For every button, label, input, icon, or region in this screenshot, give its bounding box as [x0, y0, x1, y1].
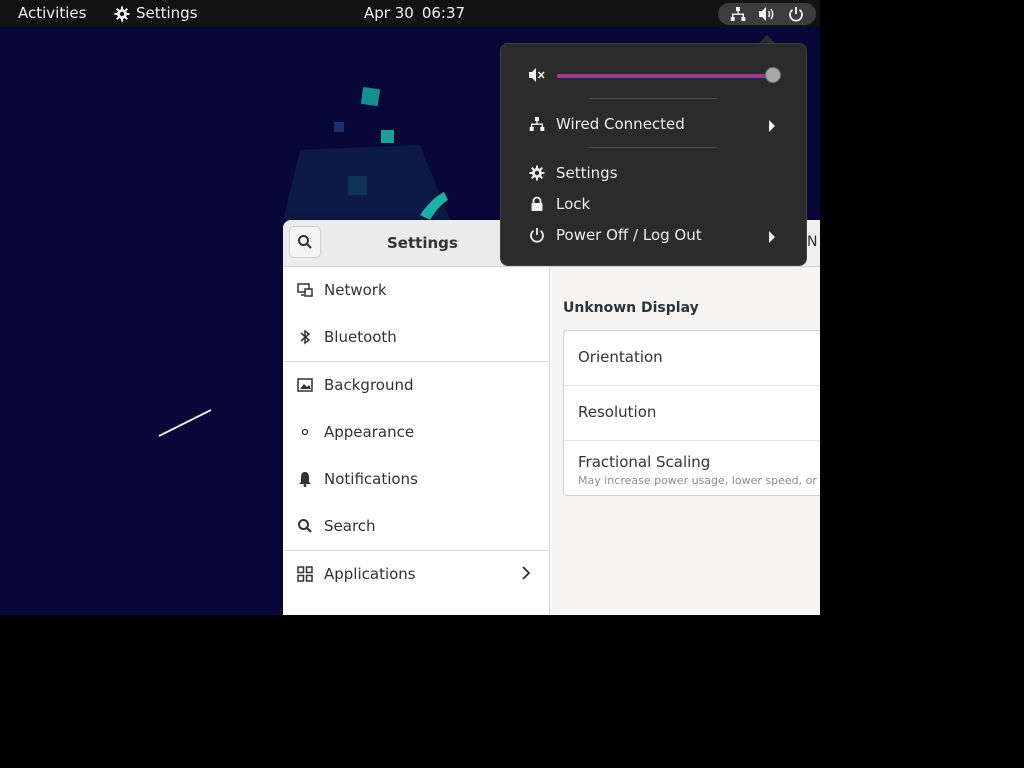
system-menu: Wired Connected Settings Lock Power Off …: [500, 43, 807, 266]
fractional-scaling-label: Fractional Scaling: [578, 453, 711, 471]
menu-settings-label: Settings: [556, 164, 618, 182]
sidebar-item-background[interactable]: Background: [283, 362, 549, 408]
search-icon: [298, 235, 312, 249]
resolution-label: Resolution: [578, 403, 657, 421]
wired-network-icon: [730, 7, 746, 21]
sidebar-item-label: Bluetooth: [324, 328, 397, 346]
orientation-row[interactable]: Orientation: [564, 331, 820, 386]
clock-button[interactable]: Apr 30 06:37: [364, 0, 465, 27]
menu-power-label: Power Off / Log Out: [556, 226, 702, 244]
display-settings-list: Orientation Resolution Fractional Scalin…: [563, 330, 820, 496]
sidebar-item-label: Appearance: [324, 423, 415, 441]
background-icon: [295, 378, 315, 392]
app-menu-button[interactable]: Settings: [114, 0, 198, 27]
menu-lock-item[interactable]: Lock: [501, 189, 806, 219]
display-name-heading: Unknown Display: [563, 300, 699, 316]
power-icon: [527, 227, 547, 243]
settings-window: Settings Network Bluetooth Background Ap…: [283, 220, 820, 615]
menu-power-item[interactable]: Power Off / Log Out: [501, 220, 806, 250]
volume-slider-handle[interactable]: [765, 67, 781, 83]
top-bar: Activities Settings Apr 30 06:37: [0, 0, 820, 27]
sidebar-item-label: Search: [324, 517, 376, 535]
sidebar-item-label: Background: [324, 376, 414, 394]
bell-icon: [295, 471, 315, 487]
volume-muted-icon[interactable]: [527, 67, 547, 83]
wired-connection-label: Wired Connected: [556, 115, 685, 133]
settings-sidebar: Network Bluetooth Background Appearance: [283, 267, 550, 615]
bluetooth-icon: [295, 329, 315, 345]
sidebar-item-bluetooth[interactable]: Bluetooth: [283, 314, 549, 360]
menu-settings-item[interactable]: Settings: [501, 158, 806, 188]
volume-slider[interactable]: [557, 67, 781, 83]
sidebar-item-network[interactable]: Network: [283, 267, 549, 313]
wired-network-icon: [527, 116, 547, 132]
sidebar-item-search[interactable]: Search: [283, 503, 549, 549]
submenu-arrow-icon: [768, 229, 776, 247]
sidebar-item-label: Network: [324, 281, 387, 299]
resolution-row[interactable]: Resolution: [564, 386, 820, 441]
orientation-label: Orientation: [578, 348, 663, 366]
volume-slider-fill: [557, 74, 773, 78]
appearance-icon: [295, 427, 315, 437]
menu-separator: [589, 147, 717, 148]
volume-icon: [759, 7, 774, 21]
headerbar-peek-text: N: [807, 234, 818, 250]
menu-lock-label: Lock: [556, 195, 591, 213]
clock-time: 06:37: [421, 4, 466, 22]
gear-icon: [527, 165, 547, 181]
chevron-right-icon: [521, 565, 531, 585]
sidebar-item-label: Notifications: [324, 470, 418, 488]
clock-date: Apr 30: [364, 4, 414, 22]
system-menu-button[interactable]: [718, 3, 816, 25]
search-button[interactable]: [289, 226, 321, 258]
display-panel: Unknown Display Orientation Resolution F…: [550, 267, 820, 615]
desktop: Settings Network Bluetooth Background Ap…: [0, 0, 820, 615]
search-icon: [295, 518, 315, 534]
network-icon: [295, 282, 315, 298]
gear-icon: [114, 6, 130, 21]
fractional-scaling-subtitle: May increase power usage, lower speed, o…: [578, 474, 820, 487]
lock-icon: [527, 196, 547, 212]
applications-icon: [295, 566, 315, 582]
fractional-scaling-row[interactable]: Fractional Scaling May increase power us…: [564, 441, 820, 495]
wired-connection-item[interactable]: Wired Connected: [501, 109, 806, 139]
activities-button[interactable]: Activities: [18, 0, 86, 27]
app-menu-label: Settings: [136, 4, 198, 22]
menu-separator: [589, 98, 717, 99]
power-icon: [789, 7, 803, 22]
sidebar-item-applications[interactable]: Applications: [283, 551, 549, 597]
settings-title: Settings: [387, 234, 458, 252]
sidebar-item-appearance[interactable]: Appearance: [283, 409, 549, 455]
sidebar-item-label: Applications: [324, 565, 416, 583]
sidebar-item-notifications[interactable]: Notifications: [283, 456, 549, 502]
submenu-arrow-icon: [768, 118, 776, 136]
